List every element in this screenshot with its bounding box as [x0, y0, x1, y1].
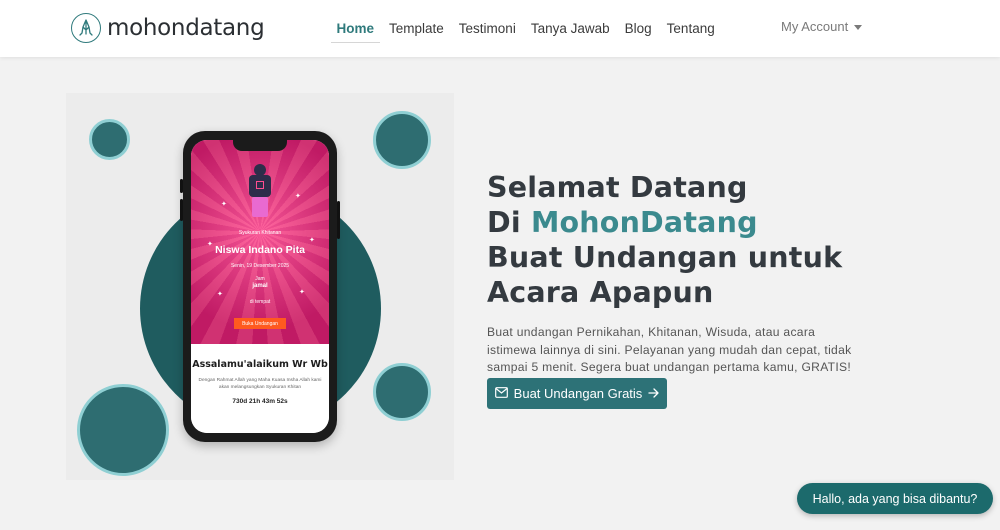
phone-screen: ✦ ✦ ✦ ✦ ✦ ✦ Syukuran Khitanan Niswa Inda…	[191, 140, 329, 433]
sparkle-icon: ✦	[295, 193, 301, 200]
create-free-invitation-button[interactable]: Buat Undangan Gratis	[487, 378, 667, 409]
envelope-icon	[494, 386, 508, 401]
invitation-body: Assalamu'alaikum Wr Wb Dengan Rahmat All…	[191, 344, 329, 433]
caret-down-icon	[854, 24, 863, 30]
decorative-circle	[373, 111, 431, 169]
decorative-circle	[89, 119, 130, 160]
chat-widget-button[interactable]: Hallo, ada yang bisa dibantu?	[797, 483, 993, 514]
nav-tentang[interactable]: Tentang	[659, 0, 722, 57]
praying-hands-icon	[71, 13, 101, 43]
headline-line-4: Acara Apapun	[487, 276, 714, 309]
headline-line-2-prefix: Di	[487, 206, 521, 239]
sparkle-icon: ✦	[221, 201, 227, 208]
phone-volume-button	[180, 179, 183, 193]
cta-label: Buat Undangan Gratis	[513, 386, 643, 401]
nav-testimoni[interactable]: Testimoni	[451, 0, 523, 57]
invitation-child-name: Niswa Indano Pita	[215, 244, 305, 256]
main-nav: Home Template Testimoni Tanya Jawab Blog…	[329, 0, 722, 57]
nav-template[interactable]: Template	[382, 0, 452, 57]
my-account-dropdown[interactable]: My Account	[781, 19, 863, 34]
decorative-circle	[373, 363, 431, 421]
headline-line-3: Buat Undangan untuk	[487, 241, 843, 274]
navbar: mohondatang Home Template Testimoni Tany…	[0, 0, 1000, 57]
phone-volume-button	[180, 199, 183, 221]
invitation-time-value: jamal	[252, 283, 268, 289]
phone-mockup: ✦ ✦ ✦ ✦ ✦ ✦ Syukuran Khitanan Niswa Inda…	[180, 131, 340, 442]
nav-blog[interactable]: Blog	[617, 0, 659, 57]
invitation-header: ✦ ✦ ✦ ✦ ✦ ✦ Syukuran Khitanan Niswa Inda…	[191, 140, 329, 344]
sparkle-icon: ✦	[299, 289, 305, 296]
hero-description: Buat undangan Pernikahan, Khitanan, Wisu…	[487, 325, 852, 374]
invitation-event-type: Syukuran Khitanan	[238, 230, 282, 236]
open-invitation-button: Buka Undangan	[234, 318, 286, 329]
invitation-date: Senin, 19 Desember 2025	[230, 263, 290, 269]
invitation-time-label: Jam	[255, 276, 265, 282]
invitation-place: di tempat	[249, 299, 271, 305]
sparkle-icon: ✦	[217, 291, 223, 298]
nav-home[interactable]: Home	[329, 0, 382, 57]
headline-line-1: Selamat Datang	[487, 171, 748, 204]
decorative-circle	[77, 384, 169, 476]
invitation-intro: Dengan Rahmat Allah yang Maha Kuasa Insh…	[198, 378, 322, 390]
headline-brand-accent: MohonDatang	[530, 206, 758, 239]
nav-tanya-jawab[interactable]: Tanya Jawab	[523, 0, 617, 57]
hero-headline: Selamat Datang Di MohonDatang Buat Undan…	[487, 170, 907, 310]
phone-notch	[233, 140, 287, 151]
invitation-greeting: Assalamu'alaikum Wr Wb	[192, 359, 328, 370]
brand-name: mohondatang	[107, 15, 265, 41]
phone-power-button	[337, 201, 340, 239]
superhero-illustration	[246, 164, 274, 224]
sparkle-icon: ✦	[309, 237, 315, 244]
arrow-right-icon	[648, 386, 659, 401]
invitation-countdown: 730d 21h 43m 52s	[232, 398, 288, 405]
my-account-label: My Account	[781, 19, 849, 34]
brand-logo-link[interactable]: mohondatang	[71, 12, 265, 44]
